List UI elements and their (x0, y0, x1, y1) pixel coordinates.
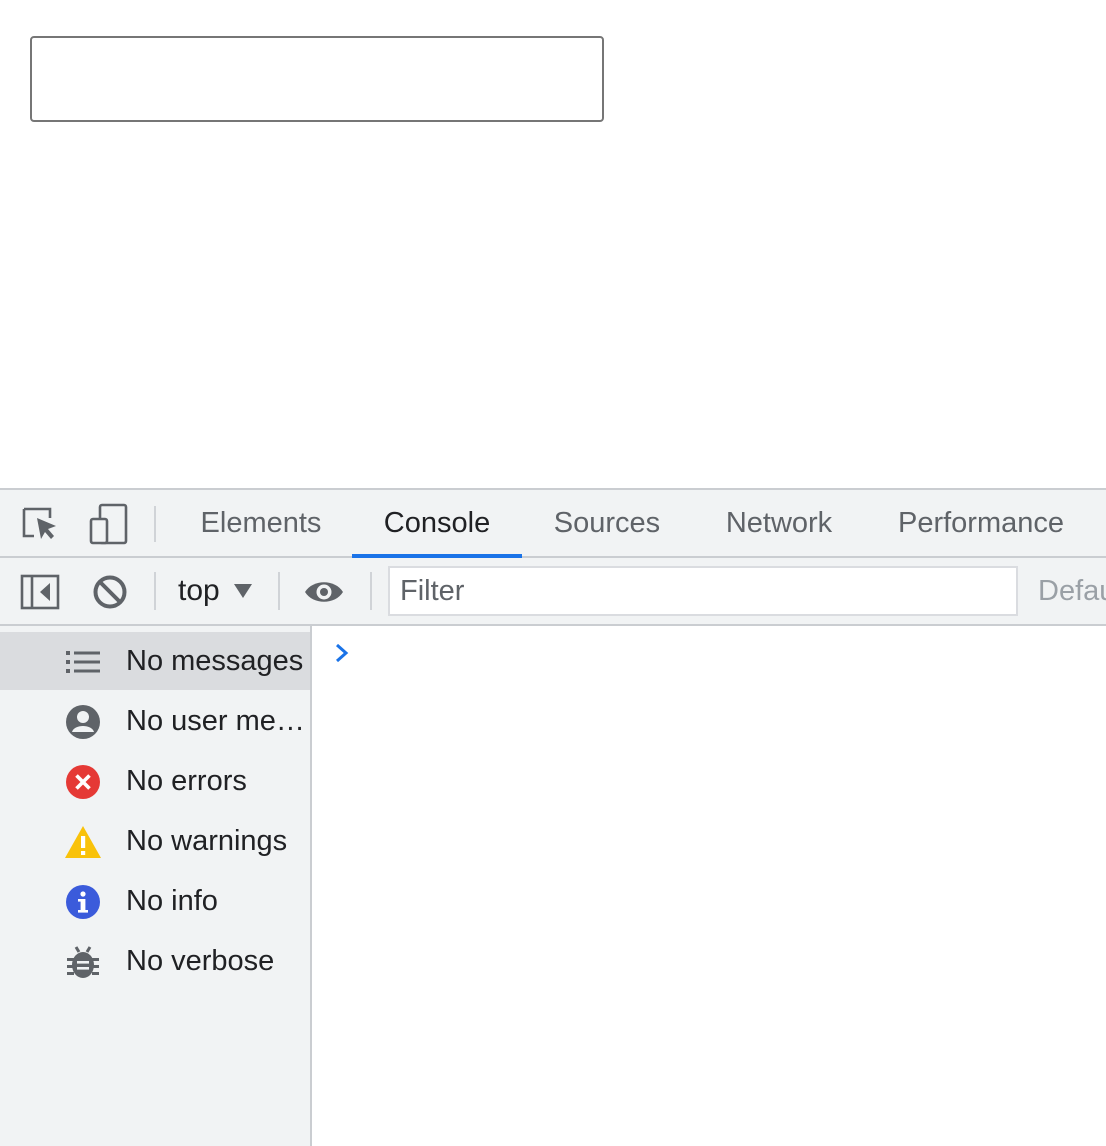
sidebar-item-warnings[interactable]: No warnings (0, 812, 310, 870)
toolbar-divider (154, 572, 156, 610)
toggle-sidebar-button[interactable] (16, 568, 64, 616)
inspect-element-button[interactable] (16, 500, 64, 548)
sidebar-item-label: No verbose (126, 944, 275, 977)
clear-console-button[interactable] (86, 568, 134, 616)
sidebar-item-verbose[interactable]: No verbose (0, 932, 310, 990)
tab-elements[interactable]: Elements (176, 490, 346, 556)
tab-console[interactable]: Console (352, 490, 522, 558)
tab-network[interactable]: Network (696, 490, 862, 556)
device-toolbar-button[interactable] (84, 500, 132, 548)
sidebar-item-errors[interactable]: No errors (0, 752, 310, 810)
sidebar-item-info[interactable]: No info (0, 872, 310, 930)
page-text-input[interactable] (30, 36, 604, 122)
eye-icon (305, 582, 343, 602)
toolbar-divider (278, 572, 280, 610)
log-levels-label: Defau (1038, 574, 1106, 607)
dropdown-caret-icon (233, 584, 252, 598)
clear-circle-slash-icon (93, 575, 127, 609)
tab-sources[interactable]: Sources (528, 490, 686, 556)
bug-icon (64, 943, 102, 981)
console-output-area[interactable] (312, 626, 1106, 1146)
tab-performance[interactable]: Performance (872, 490, 1090, 556)
sidebar-item-user-messages[interactable]: No user messages (0, 692, 310, 750)
sidebar-toggle-icon (20, 574, 60, 610)
sidebar-item-label: No messages (126, 644, 304, 677)
log-levels-dropdown[interactable]: Defau (1038, 566, 1106, 616)
devtools-panel: Elements Console Sources Network Perform… (0, 488, 1106, 1146)
context-selector[interactable]: top (164, 566, 266, 616)
page-viewport (0, 0, 1106, 488)
devtools-tabbar: Elements Console Sources Network Perform… (0, 490, 1106, 558)
console-filter-input[interactable] (388, 566, 1018, 616)
sidebar-item-label: No user messages (126, 704, 310, 737)
toolbar-divider (154, 506, 156, 542)
info-icon (64, 883, 102, 921)
sidebar-item-label: No info (126, 884, 218, 917)
console-toolbar: top Defau (0, 558, 1106, 626)
warning-icon (64, 823, 102, 861)
context-selector-value: top (178, 574, 220, 607)
sidebar-item-label: No warnings (126, 824, 288, 857)
console-prompt-chevron-icon (334, 642, 350, 669)
user-icon (64, 703, 102, 741)
error-icon (64, 763, 102, 801)
toolbar-divider (370, 572, 372, 610)
device-mode-icon (89, 503, 128, 545)
list-icon (64, 643, 102, 681)
console-sidebar: No messages No user messages No erro (0, 626, 312, 1146)
sidebar-item-label: No errors (126, 764, 247, 797)
sidebar-item-messages[interactable]: No messages (0, 632, 310, 690)
inspect-cursor-icon (22, 507, 56, 539)
live-expression-button[interactable] (300, 568, 348, 616)
